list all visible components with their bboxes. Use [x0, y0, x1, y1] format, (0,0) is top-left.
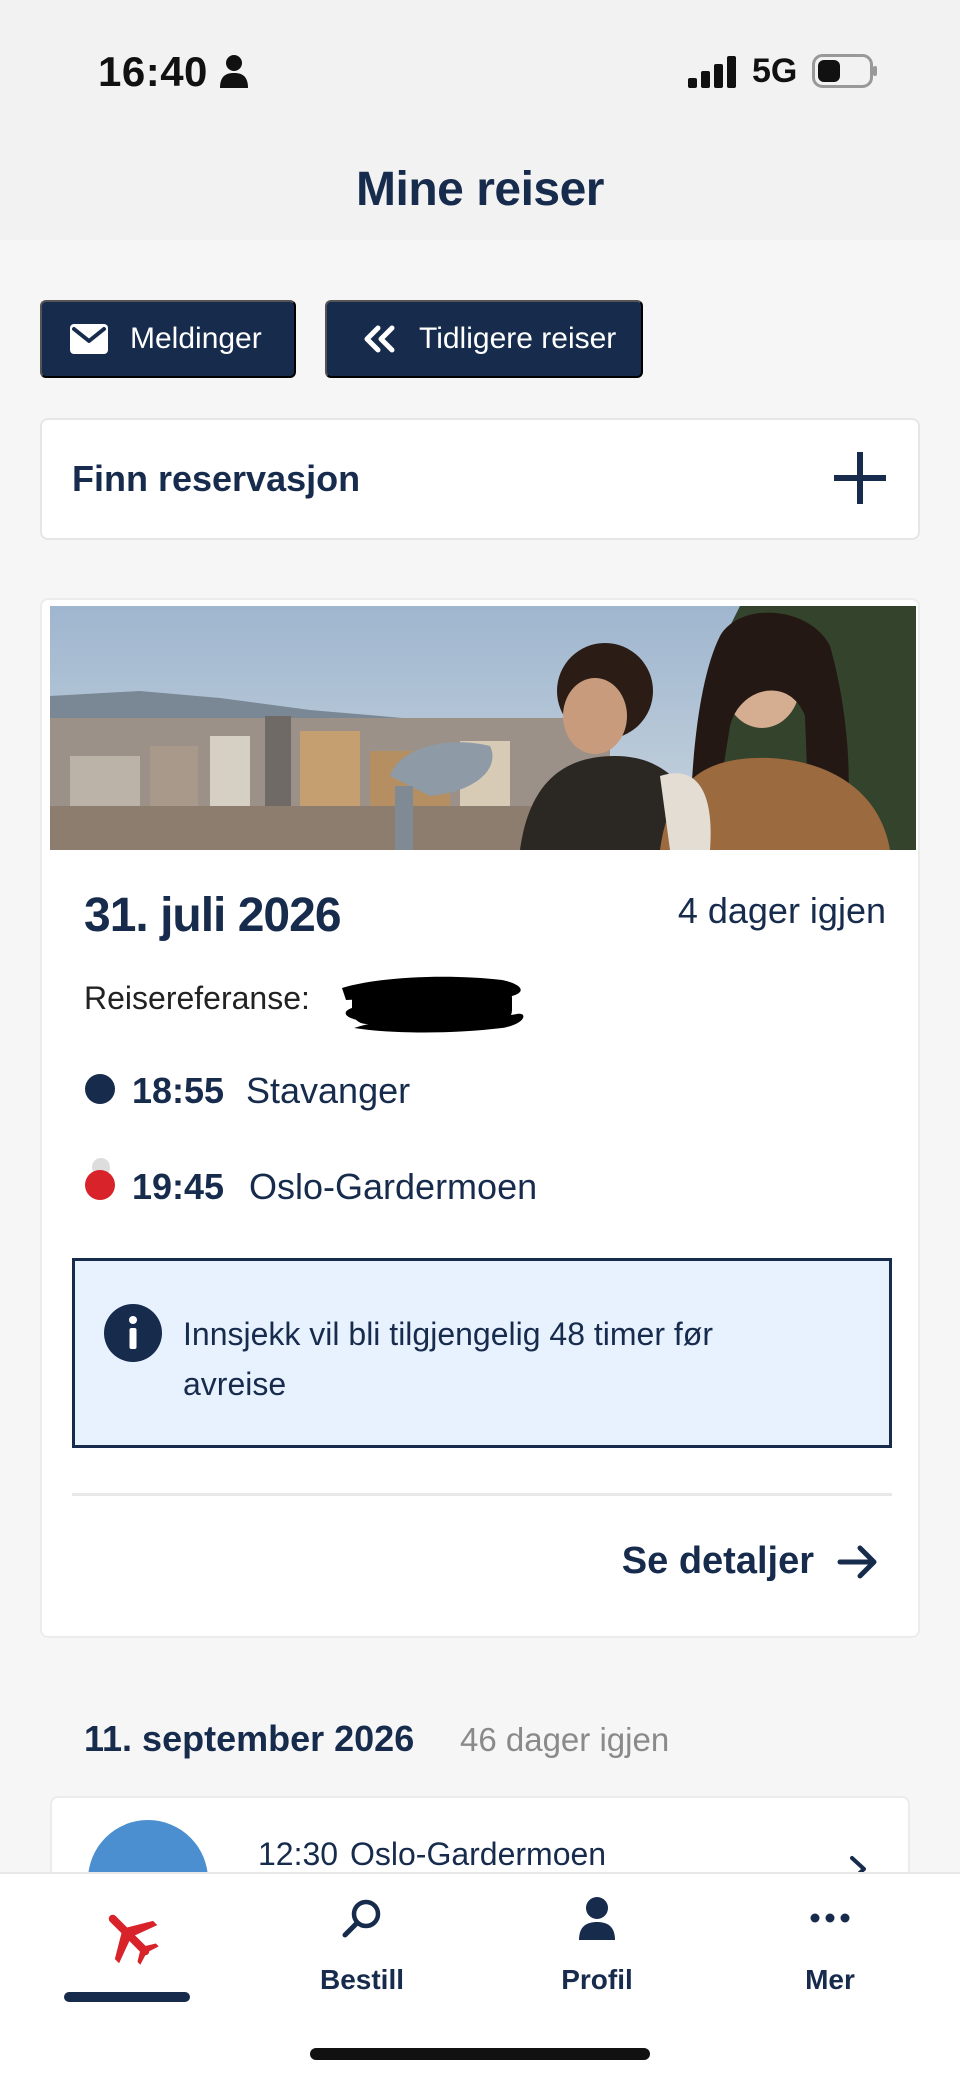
- more-dots-icon: [810, 1913, 850, 1923]
- plus-icon[interactable]: [832, 450, 888, 506]
- nav-item-profile[interactable]: Profil: [532, 1874, 662, 2024]
- home-indicator: [310, 2048, 650, 2060]
- chevron-right-icon: [850, 1856, 866, 1872]
- envelope-icon: [70, 324, 108, 354]
- see-details-label: Se detaljer: [621, 1540, 814, 1582]
- trips-content[interactable]: Meldinger Tidligere reiser Finn reservas…: [0, 240, 960, 1872]
- next-trip-departure-city: Oslo-Gardermoen: [350, 1836, 607, 1872]
- nav-active-indicator: [64, 1992, 190, 2002]
- network-label: 5G: [752, 52, 798, 90]
- checkin-info-box: Innsjekk vil bli tilgjengelig 48 timer f…: [72, 1258, 892, 1448]
- person-icon: [220, 55, 248, 88]
- signal-icon: [688, 56, 736, 88]
- find-reservation-card[interactable]: Finn reservasjon: [40, 418, 920, 540]
- previous-trips-label: Tidligere reiser: [419, 322, 617, 355]
- person-icon: [579, 1897, 615, 1940]
- card-divider: [72, 1493, 892, 1496]
- arrival-city: Oslo-Gardermoen: [249, 1166, 538, 1207]
- previous-trips-button[interactable]: Tidligere reiser: [325, 300, 643, 378]
- departure-time: 18:55: [132, 1070, 225, 1111]
- header: Mine reiser: [0, 140, 960, 240]
- info-icon: [104, 1304, 162, 1362]
- battery-icon: [812, 54, 877, 88]
- search-icon: [342, 1899, 381, 1938]
- see-details-link[interactable]: Se detaljer: [622, 1540, 880, 1583]
- status-bar: 16:40 5G: [0, 0, 960, 140]
- trip-countdown: 4 dager igjen: [677, 890, 886, 931]
- app-screen: 16:40 5G Mine reiser Meldinger Tidligere…: [0, 0, 960, 2081]
- nav-label-book: Bestill: [319, 1964, 405, 1995]
- page-title: Mine reiser: [356, 163, 604, 216]
- checkin-info-text: Innsjekk vil bli tilgjengelig 48 timer f…: [183, 1316, 713, 1402]
- nav-item-more[interactable]: Mer: [770, 1874, 890, 2024]
- booking-reference-label: Reisereferanse:: [84, 980, 310, 1016]
- double-chevron-left-icon: [364, 325, 395, 353]
- next-trip-date: 11. september 2026: [84, 1718, 415, 1759]
- next-trip-countdown: 46 dager igjen: [460, 1721, 670, 1758]
- nav-label-more: Mer: [805, 1964, 855, 1995]
- messages-button[interactable]: Meldinger: [40, 300, 296, 378]
- arrival-time: 19:45: [132, 1166, 225, 1207]
- departure-city: Stavanger: [246, 1070, 411, 1111]
- find-reservation-label: Finn reservasjon: [72, 458, 361, 499]
- next-trip-departure-time: 12:30: [258, 1836, 339, 1872]
- arrow-right-icon: [837, 1545, 877, 1578]
- trip-card[interactable]: 31. juli 2026 4 dager igjen Reisereferan…: [40, 598, 920, 1638]
- next-trip-card[interactable]: 12:30 Oslo-Gardermoen: [50, 1796, 910, 1872]
- booking-reference-redaction: [342, 976, 524, 1033]
- messages-label: Meldinger: [130, 322, 262, 355]
- destination-thumbnail: [88, 1820, 208, 1872]
- departure-dot: [85, 1074, 115, 1104]
- trip-cover-image: [50, 606, 916, 850]
- status-time: 16:40: [98, 48, 208, 95]
- bottom-navigation: Bestill Profil Mer: [0, 1872, 960, 2081]
- nav-label-profile: Profil: [561, 1964, 633, 1995]
- arrival-dot: [85, 1170, 115, 1200]
- nav-item-book[interactable]: Bestill: [300, 1874, 424, 2024]
- airplane-icon: [108, 1914, 159, 1965]
- trip-date: 31. juli 2026: [84, 889, 342, 942]
